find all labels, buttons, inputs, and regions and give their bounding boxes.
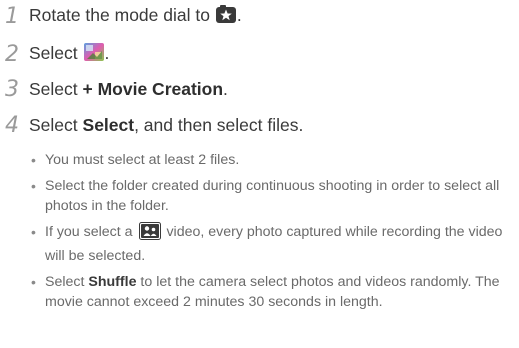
star-mode-icon (215, 4, 237, 29)
step-text: Select + Movie Creation. (29, 79, 228, 99)
list-item: Select Shuffle to let the camera select … (0, 272, 519, 312)
select-label: Select (82, 115, 135, 135)
list-item: You must select at least 2 files. (0, 150, 519, 170)
movie-creation-label: + Movie Creation (82, 79, 224, 99)
step-number: 4 (5, 113, 19, 138)
step-text: Select . (29, 41, 109, 68)
step-2: 2 Select . (0, 41, 109, 68)
step-number: 1 (5, 4, 19, 29)
step-3: 3 Select + Movie Creation. (0, 77, 228, 102)
step-text: Select Select, and then select files. (29, 115, 304, 135)
bullet-list: You must select at least 2 files. Select… (0, 150, 519, 318)
step-text: Rotate the mode dial to . (29, 4, 242, 29)
step-4: 4 Select Select, and then select files. (0, 113, 303, 138)
step-number: 2 (5, 42, 19, 67)
shuffle-label: Shuffle (88, 274, 137, 290)
list-item: If you select a video, every photo captu… (0, 222, 519, 266)
person-video-icon (138, 222, 161, 246)
step-number: 3 (5, 77, 19, 102)
step-1: 1 Rotate the mode dial to . (0, 4, 242, 29)
movie-collage-icon (83, 41, 105, 68)
list-item: Select the folder created during continu… (0, 176, 519, 216)
